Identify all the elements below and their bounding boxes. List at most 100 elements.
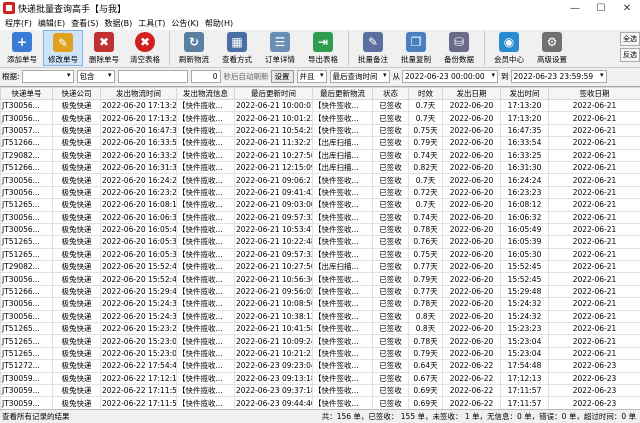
table-cell: 【快件揽收... bbox=[176, 247, 235, 262]
table-row[interactable]: JT30056... 极兔快递 2022-06-20 15:24:32 【快件揽收..… bbox=[0, 309, 640, 324]
table-cell: 2022-06-21 09:03:00 bbox=[234, 198, 313, 212]
column-header[interactable]: 发出物流信息 bbox=[176, 87, 235, 100]
table-row[interactable]: JT29082... 极兔快递 2022-06-20 15:52:45 【快件揽收..… bbox=[0, 260, 640, 274]
filter-mode-select[interactable]: 包含 bbox=[76, 69, 115, 83]
table-cell: 2022-06-20 bbox=[442, 346, 501, 361]
minimize-icon[interactable]: — bbox=[562, 0, 588, 16]
table-cell: 【快件揽收... bbox=[176, 173, 235, 187]
column-header[interactable]: 发出物流时间 bbox=[100, 87, 177, 100]
refresh-interval-input[interactable]: 0 bbox=[190, 69, 221, 83]
table-cell: JT51265... bbox=[0, 322, 53, 336]
table-cell: 2022-06-23 09:23:04 bbox=[234, 359, 313, 373]
table-row[interactable]: JT30056... 极兔快递 2022-06-20 15:24:32 【快件揽收..… bbox=[0, 297, 640, 311]
table-row[interactable]: JT51266... 极兔快递 2022-06-20 16:33:54 【快件揽收..… bbox=[0, 136, 640, 150]
toolbar-button-3[interactable]: ✖ 清空表格 bbox=[125, 30, 165, 66]
menu-edit[interactable]: 编辑(E) bbox=[35, 18, 68, 29]
table-cell: 已签收 bbox=[372, 346, 409, 361]
table-row[interactable]: JT30059... 极兔快递 2022-06-22 17:12:13 【快件揽收..… bbox=[0, 371, 640, 386]
column-header[interactable]: 最后更新物流 bbox=[312, 87, 373, 100]
menu-announcement[interactable]: 公告(K) bbox=[168, 18, 202, 29]
table-row[interactable]: JT51265... 极兔快递 2022-06-20 16:05:39 【快件揽收..… bbox=[0, 235, 640, 249]
toolbar-button-2[interactable]: ✖ 删除单号 bbox=[84, 30, 124, 66]
table-row[interactable]: JT30056... 极兔快递 2022-06-20 16:06:32 【快件揽收..… bbox=[0, 210, 640, 224]
column-header[interactable]: 发出日期 bbox=[442, 87, 501, 100]
table-cell: 【快件签收... bbox=[312, 396, 373, 409]
toolbar-button-9[interactable]: ❐ 批量复制 bbox=[395, 30, 437, 66]
logic-select[interactable]: 并且 bbox=[296, 69, 327, 83]
toolbar-button-10[interactable]: ⛁ 备份数据 bbox=[438, 30, 480, 66]
table-cell: 已签收 bbox=[372, 260, 409, 274]
table-cell: 【快件揽收... bbox=[176, 235, 235, 249]
menu-program[interactable]: 程序(F) bbox=[2, 18, 35, 29]
time-field-select[interactable]: 最后查询时间 bbox=[329, 69, 390, 83]
toolbar-button-0[interactable]: + 添加单号 bbox=[2, 30, 42, 66]
table-row[interactable]: JT51265... 极兔快递 2022-06-20 15:23:04 【快件揽收..… bbox=[0, 346, 640, 361]
toolbar-button-4[interactable]: ↻ 刷新物流 bbox=[173, 30, 215, 66]
menu-help[interactable]: 帮助(H) bbox=[202, 18, 236, 29]
table-cell: JT51266... bbox=[0, 160, 53, 175]
column-header[interactable]: 状态 bbox=[372, 87, 409, 100]
table-cell: 2022-06-21 bbox=[548, 111, 640, 125]
table-row[interactable]: JT30056... 极兔快递 2022-06-20 16:05:49 【快件揽收..… bbox=[0, 222, 640, 237]
table-row[interactable]: JT30056... 极兔快递 2022-06-20 17:13:20 【快件揽收..… bbox=[0, 98, 640, 113]
column-header[interactable]: 签收日期 bbox=[548, 87, 640, 100]
table-row[interactable]: JT30056... 极兔快递 2022-06-20 16:23:23 【快件揽收..… bbox=[0, 185, 640, 200]
table-row[interactable]: JT30059... 极兔快递 2022-06-22 17:11:57 【快件揽收..… bbox=[0, 383, 640, 398]
menu-bar: 程序(F) 编辑(E) 查看(S) 数据(B) 工具(T) 公告(K) 帮助(H… bbox=[0, 16, 640, 30]
column-header[interactable]: 快递公司 bbox=[52, 87, 101, 100]
from-datetime-picker[interactable]: 2022-06-23 00:00:00 bbox=[402, 69, 499, 83]
toolbar-button-1[interactable]: ✎ 修改单号 bbox=[43, 30, 83, 66]
toolbar-button-5[interactable]: ▦ 查看方式 bbox=[216, 30, 258, 66]
column-header[interactable]: 最后更新时间 bbox=[234, 87, 313, 100]
table-row[interactable]: JT51265... 极兔快递 2022-06-20 15:23:23 【快件揽收..… bbox=[0, 322, 640, 336]
table-cell: JT30056... bbox=[0, 98, 53, 113]
toolbar-button-label: 清空表格 bbox=[130, 55, 160, 64]
table-row[interactable]: JT51265... 极兔快递 2022-06-20 16:05:30 【快件揽收..… bbox=[0, 247, 640, 262]
toolbar-button-label: 刷新物流 bbox=[179, 55, 209, 64]
table-cell: 15:24:32 bbox=[500, 309, 549, 324]
table-row[interactable]: JT30059... 极兔快递 2022-06-22 17:11:57 【快件揽收..… bbox=[0, 396, 640, 409]
table-cell: 【快件签收... bbox=[312, 309, 373, 324]
toolbar-button-12[interactable]: ⚙ 高级设置 bbox=[531, 30, 573, 66]
table-row[interactable]: JT51272... 极兔快递 2022-06-22 17:54:48 【快件揽收..… bbox=[0, 359, 640, 373]
table-cell: 2022-06-21 bbox=[548, 346, 640, 361]
table-cell: 极兔快递 bbox=[52, 235, 101, 249]
table-row[interactable]: JT51266... 极兔快递 2022-06-20 15:29:48 【快件揽收..… bbox=[0, 284, 640, 299]
table-cell: 【快件揽收... bbox=[176, 272, 235, 286]
column-header[interactable]: 时效 bbox=[408, 87, 443, 100]
table-cell: 2022-06-20 bbox=[442, 322, 501, 336]
table-cell: 2022-06-20 bbox=[442, 235, 501, 249]
menu-view[interactable]: 查看(S) bbox=[68, 18, 101, 29]
toolbar-button-11[interactable]: ◉ 会员中心 bbox=[488, 30, 530, 66]
toolbar-button-7[interactable]: ⇥ 导出表格 bbox=[302, 30, 344, 66]
settings-button[interactable]: 设置 bbox=[270, 69, 294, 83]
invert-selection-button[interactable]: 反选 bbox=[620, 48, 640, 62]
table-cell: 16:05:39 bbox=[500, 235, 549, 249]
filter-field-select[interactable] bbox=[21, 69, 74, 83]
toolbar-button-8[interactable]: ✎ 批量备注 bbox=[352, 30, 394, 66]
to-datetime-picker[interactable]: 2022-06-23 23:59:59 bbox=[510, 69, 607, 83]
keyword-input[interactable] bbox=[117, 69, 188, 83]
table-row[interactable]: JT51266... 极兔快递 2022-06-20 16:31:30 【快件揽收..… bbox=[0, 160, 640, 175]
toolbar-button-label: 删除单号 bbox=[89, 55, 119, 64]
table-row[interactable]: JT30056... 极兔快递 2022-06-20 17:13:20 【快件揽收..… bbox=[0, 111, 640, 125]
table-row[interactable]: JT29082... 极兔快递 2022-06-20 16:33:25 【快件揽收..… bbox=[0, 148, 640, 162]
table-row[interactable]: JT51265... 极兔快递 2022-06-20 15:23:04 【快件揽收..… bbox=[0, 334, 640, 348]
menu-tools[interactable]: 工具(T) bbox=[135, 18, 168, 29]
column-header[interactable]: 发出时间 bbox=[500, 87, 549, 100]
maximize-icon[interactable]: ☐ bbox=[588, 0, 614, 16]
table-row[interactable]: JT30056... 极兔快递 2022-06-20 16:24:24 【快件揽收..… bbox=[0, 173, 640, 187]
column-header[interactable]: 快递单号 bbox=[0, 87, 53, 100]
table-row[interactable]: JT30056... 极兔快递 2022-06-20 15:52:45 【快件揽收..… bbox=[0, 272, 640, 286]
table-cell: 2022-06-23 09:37:18 bbox=[234, 383, 313, 398]
table-row[interactable]: JT51265... 极兔快递 2022-06-20 16:08:12 【快件揽收..… bbox=[0, 198, 640, 212]
table-cell: 2022-06-21 bbox=[548, 235, 640, 249]
table-cell: 2022-06-21 bbox=[548, 260, 640, 274]
table-cell: 0.79天 bbox=[408, 136, 443, 150]
close-icon[interactable]: ✕ bbox=[614, 0, 640, 16]
clear-table-icon: ✖ bbox=[135, 32, 155, 52]
menu-data[interactable]: 数据(B) bbox=[101, 18, 135, 29]
table-row[interactable]: JT30057... 极兔快递 2022-06-20 16:47:35 【快件揽收..… bbox=[0, 123, 640, 138]
toolbar-button-6[interactable]: ☰ 订单详情 bbox=[259, 30, 301, 66]
select-all-button[interactable]: 全选 bbox=[620, 32, 640, 46]
